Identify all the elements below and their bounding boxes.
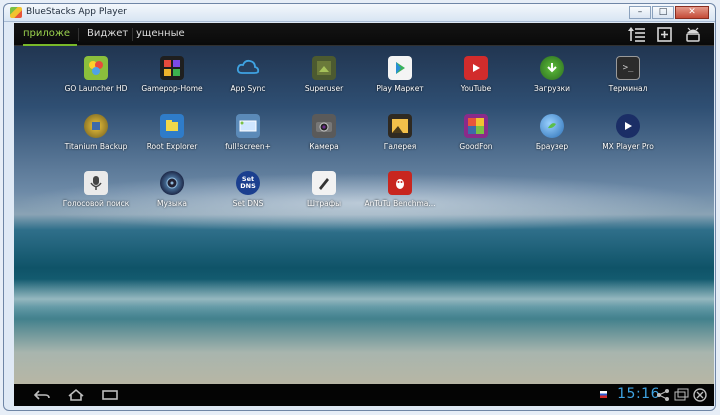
set-dns-icon: Set DNS <box>236 171 260 195</box>
app-label: Загрузки <box>534 84 570 93</box>
fines-icon <box>312 171 336 195</box>
app-play-market[interactable]: Play Маркет <box>357 56 443 93</box>
app-voice-search[interactable]: Голосовой поиск <box>53 171 139 208</box>
app-goodfon[interactable]: GoodFon <box>433 114 519 151</box>
bluestacks-window: BlueStacks App Player – □ ✕ приложе Видж… <box>3 3 716 411</box>
music-icon <box>160 171 184 195</box>
home-icon[interactable] <box>66 387 86 403</box>
download-icon <box>540 56 564 80</box>
app-label: MX Player Pro <box>602 142 654 151</box>
app-label: Play Маркет <box>376 84 424 93</box>
tab-separator <box>132 28 133 41</box>
app-label: Titanium Backup <box>64 142 128 151</box>
app-camera[interactable]: Камера <box>281 114 367 151</box>
app-label: Superuser <box>304 84 344 93</box>
app-label: Set DNS <box>232 199 264 208</box>
app-fines[interactable]: Штрафы <box>281 171 367 208</box>
play-store-icon <box>388 56 412 80</box>
launcher-top-bar: приложе Виджет ущенные <box>14 23 714 46</box>
sort-menu-icon[interactable] <box>626 24 648 45</box>
app-label: full!screen+ <box>225 142 271 151</box>
app-label: Gamepop-Home <box>141 84 203 93</box>
minimize-button[interactable]: – <box>629 6 651 19</box>
app-label: Камера <box>309 142 339 151</box>
android-market-icon[interactable] <box>682 24 704 45</box>
go-launcher-icon <box>84 56 108 80</box>
language-flag-icon[interactable] <box>600 391 607 398</box>
tab-downloaded[interactable]: ущенные <box>136 23 185 46</box>
android-screen: приложе Виджет ущенные GO Launcher HD Ga… <box>14 23 714 406</box>
youtube-icon <box>464 56 488 80</box>
wallpaper-surf <box>14 279 714 319</box>
status-clock: 15:16 <box>617 386 660 402</box>
app-label: Терминал <box>608 84 648 93</box>
window-controls: – □ ✕ <box>629 6 709 19</box>
superuser-icon <box>312 56 336 80</box>
app-fullscreen-plus[interactable]: full!screen+ <box>205 114 291 151</box>
window-title: BlueStacks App Player <box>26 7 127 17</box>
fullscreen-icon <box>236 114 260 138</box>
title-bar[interactable]: BlueStacks App Player – □ ✕ <box>4 4 715 22</box>
app-gallery[interactable]: Галерея <box>357 114 443 151</box>
app-label: Голосовой поиск <box>62 199 130 208</box>
app-app-sync[interactable]: App Sync <box>205 56 291 93</box>
tab-apps[interactable]: приложе <box>23 23 77 46</box>
bluestacks-logo-icon <box>10 7 22 18</box>
voice-search-icon <box>84 171 108 195</box>
app-label: Музыка <box>157 199 187 208</box>
app-superuser[interactable]: Superuser <box>281 56 367 93</box>
app-gamepop-home[interactable]: Gamepop-Home <box>129 56 215 93</box>
recent-apps-icon[interactable] <box>100 387 120 403</box>
app-youtube[interactable]: YouTube <box>433 56 519 93</box>
mx-player-icon <box>616 114 640 138</box>
back-icon[interactable] <box>32 387 52 403</box>
app-titanium-backup[interactable]: Titanium Backup <box>53 114 139 151</box>
app-label: Галерея <box>383 142 417 151</box>
android-navigation-bar: 15:16 <box>14 384 714 406</box>
app-set-dns[interactable]: Set DNS Set DNS <box>205 171 291 208</box>
app-label: GO Launcher HD <box>64 84 128 93</box>
app-label: Браузер <box>535 142 569 151</box>
tab-separator <box>78 28 79 41</box>
app-go-launcher-hd[interactable]: GO Launcher HD <box>53 56 139 93</box>
app-antutu-benchmark[interactable]: AnTuTu Benchma... <box>357 171 443 208</box>
app-label: App Sync <box>230 84 266 93</box>
app-mx-player-pro[interactable]: MX Player Pro <box>585 114 671 151</box>
close-app-icon[interactable] <box>692 387 712 403</box>
maximize-button[interactable]: □ <box>652 6 674 19</box>
camera-icon <box>312 114 336 138</box>
app-label: GoodFon <box>459 142 493 151</box>
tab-widgets[interactable]: Виджет <box>87 23 133 46</box>
cloud-sync-icon <box>236 56 260 80</box>
gallery-icon <box>388 114 412 138</box>
gamepop-icon <box>160 56 184 80</box>
app-root-explorer[interactable]: Root Explorer <box>129 114 215 151</box>
terminal-icon: >_ <box>616 56 640 80</box>
app-music[interactable]: Музыка <box>129 171 215 208</box>
app-browser[interactable]: Браузер <box>509 114 595 151</box>
titanium-backup-icon <box>84 114 108 138</box>
app-label: YouTube <box>460 84 492 93</box>
app-downloads[interactable]: Загрузки <box>509 56 595 93</box>
window-mode-icon[interactable] <box>673 387 693 403</box>
app-label: Штрафы <box>306 199 342 208</box>
app-label: Root Explorer <box>146 142 198 151</box>
browser-icon <box>540 114 564 138</box>
root-explorer-icon <box>160 114 184 138</box>
goodfon-icon <box>464 114 488 138</box>
add-to-home-icon[interactable] <box>654 24 676 45</box>
close-button[interactable]: ✕ <box>675 6 709 19</box>
app-label: AnTuTu Benchma... <box>364 199 436 208</box>
antutu-icon <box>388 171 412 195</box>
app-terminal[interactable]: >_ Терминал <box>585 56 671 93</box>
share-icon[interactable] <box>655 387 675 403</box>
